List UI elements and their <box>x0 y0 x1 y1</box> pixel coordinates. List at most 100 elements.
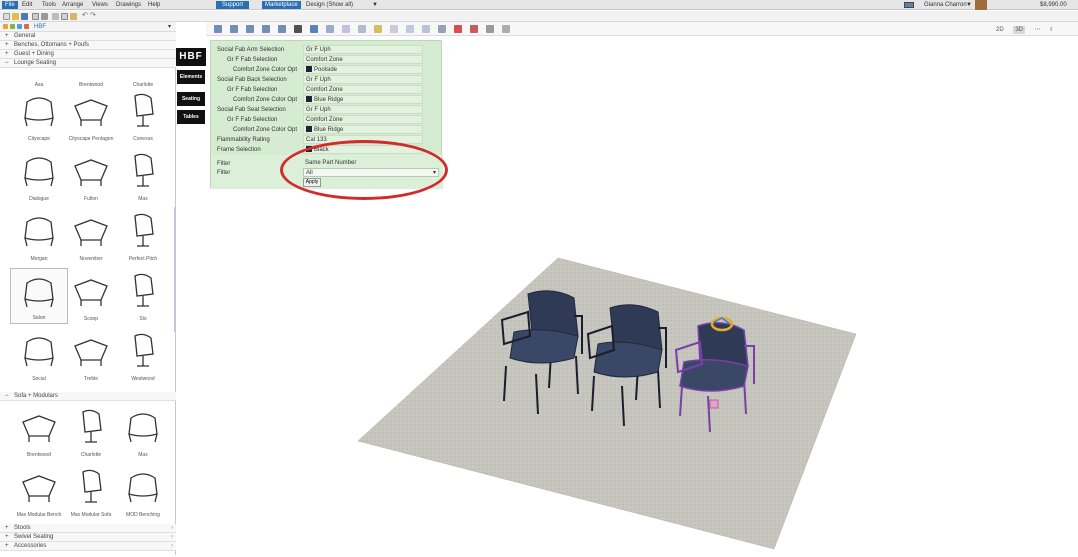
marketplace-button[interactable]: Marketplace <box>262 1 301 9</box>
user-name[interactable]: Gianna Charron <box>924 1 967 9</box>
avatar[interactable] <box>975 0 987 10</box>
catalog-item[interactable]: Treble <box>62 328 120 384</box>
property-value[interactable]: Comfort Zone <box>303 85 423 94</box>
zoom-window-icon[interactable] <box>262 25 270 33</box>
view-3d-button[interactable]: 3D <box>1013 26 1026 34</box>
category-guest-dining[interactable]: + Guest + Dining <box>0 50 176 59</box>
tools-icon[interactable] <box>470 25 478 33</box>
catalog-item[interactable]: Social <box>10 328 68 384</box>
category-stools[interactable]: + Stools › <box>0 524 176 533</box>
paint-icon[interactable] <box>486 25 494 33</box>
category-benches[interactable]: + Benches, Ottomans + Poufs <box>0 41 176 50</box>
back-icon[interactable] <box>10 24 15 29</box>
property-value[interactable]: Gr F Uph <box>303 45 423 54</box>
property-value[interactable]: Blue Ridge <box>303 125 423 134</box>
open-folder-icon[interactable] <box>12 13 19 20</box>
catalog-item[interactable]: Conexus <box>114 88 172 144</box>
catalog-item-brentwood[interactable]: Brentwood <box>62 66 120 90</box>
catalog-icon[interactable] <box>24 24 29 29</box>
catalog-item[interactable]: Fulton <box>62 148 120 204</box>
cut-icon[interactable] <box>52 13 59 20</box>
zoom-in-icon[interactable] <box>214 25 222 33</box>
paste-icon[interactable] <box>70 13 77 20</box>
home-icon[interactable] <box>3 24 8 29</box>
catalog-item[interactable]: Salon <box>10 268 68 324</box>
refresh-icon[interactable] <box>326 25 334 33</box>
render-icon[interactable] <box>310 25 318 33</box>
catalog-item-charlotte[interactable]: Charlotte <box>114 66 172 90</box>
selection-icon[interactable] <box>342 25 350 33</box>
menu-drawings[interactable]: Drawings <box>116 1 141 9</box>
category-sofa-modulars[interactable]: − Sofa + Modulars <box>0 392 176 401</box>
menu-file[interactable]: File <box>2 1 18 9</box>
forward-icon[interactable] <box>17 24 22 29</box>
catalog-item[interactable]: Max <box>114 404 172 460</box>
move-handle-icon[interactable] <box>709 399 719 409</box>
catalog-item[interactable]: Dialogue <box>10 148 68 204</box>
catalog-item[interactable]: Morgan <box>10 208 68 264</box>
property-value[interactable]: Comfort Zone <box>303 55 423 64</box>
view-2d-button[interactable]: 2D <box>996 27 1004 33</box>
catalog-item[interactable]: Perfect Pitch <box>114 208 172 264</box>
undo-icon[interactable]: ↶ <box>82 12 89 20</box>
menu-tools[interactable]: Tools <box>42 1 56 9</box>
align-icon[interactable] <box>406 25 414 33</box>
property-value[interactable]: Gr F Uph <box>303 105 423 114</box>
menu-arrange[interactable]: Arrange <box>62 1 83 9</box>
brand-tile-seating[interactable]: Seating <box>177 92 205 106</box>
property-value[interactable]: Poolside <box>303 65 423 74</box>
dimension-icon[interactable] <box>390 25 398 33</box>
support-button[interactable]: Support <box>216 1 250 9</box>
catalog-item[interactable]: Slo <box>114 268 172 324</box>
print-icon[interactable] <box>41 13 48 20</box>
table-icon[interactable] <box>438 25 446 33</box>
redo-icon[interactable]: ↷ <box>90 12 97 20</box>
property-value[interactable]: Blue Ridge <box>303 95 423 104</box>
print-preview-icon[interactable] <box>32 13 39 20</box>
user-dropdown-icon[interactable]: ▼ <box>966 1 972 9</box>
delete-icon[interactable] <box>454 25 462 33</box>
zoom-out-icon[interactable] <box>230 25 238 33</box>
wall-icon[interactable] <box>422 25 430 33</box>
catalog-item[interactable]: Max Modular Bench <box>10 464 68 520</box>
category-general[interactable]: + General <box>0 32 176 41</box>
measure-icon[interactable] <box>374 25 382 33</box>
menu-views[interactable]: Views <box>92 1 108 9</box>
chevron-down-icon[interactable]: ▾ <box>168 23 176 31</box>
brand-tile-tables[interactable]: Tables <box>177 110 205 124</box>
zoom-previous-icon[interactable] <box>278 25 286 33</box>
user-card-icon[interactable] <box>904 2 914 8</box>
link-icon[interactable] <box>502 25 510 33</box>
new-file-icon[interactable] <box>3 13 10 20</box>
view-more-button[interactable]: ⋯ <box>1035 27 1041 33</box>
copy-icon[interactable] <box>61 13 68 20</box>
property-value[interactable]: Gr F Uph <box>303 75 423 84</box>
catalog-item[interactable]: Max Modular Sofa <box>62 464 120 520</box>
design-dropdown-icon[interactable]: ▼ <box>372 1 378 9</box>
category-accessories[interactable]: + Accessories › <box>0 542 176 551</box>
catalog-item[interactable]: MOD Benching <box>114 464 172 520</box>
catalog-item-asa[interactable]: Asa <box>10 66 68 90</box>
catalog-item[interactable]: Brentwood <box>10 404 68 460</box>
brand-tile-elements[interactable]: Elements <box>177 70 205 84</box>
catalog-item[interactable]: Max <box>114 148 172 204</box>
catalog-item[interactable]: Cityscape <box>10 88 68 144</box>
save-icon[interactable] <box>21 13 28 20</box>
category-swivel-seating[interactable]: + Swivel Seating › <box>0 533 176 542</box>
catalog-path[interactable]: HBF <box>34 24 46 30</box>
camera-icon[interactable] <box>294 25 302 33</box>
design-selector[interactable]: Design (Show all) <box>306 1 353 9</box>
catalog-item[interactable]: Scoop <box>62 268 120 324</box>
catalog-item[interactable]: Cityscape Pentagon <box>62 88 120 144</box>
brand-logo[interactable]: HBF <box>176 48 206 66</box>
property-value[interactable]: Comfort Zone <box>303 115 423 124</box>
floor-rug[interactable] <box>357 257 857 550</box>
zoom-fit-icon[interactable] <box>246 25 254 33</box>
menu-edit[interactable]: Edit <box>22 1 32 9</box>
catalog-item[interactable]: Westwood <box>114 328 172 384</box>
view-reset-button[interactable]: r <box>1050 27 1052 33</box>
catalog-item[interactable]: Charlotte <box>62 404 120 460</box>
catalog-scrollbar[interactable] <box>174 207 176 332</box>
catalog-item[interactable]: November <box>62 208 120 264</box>
snap-icon[interactable] <box>358 25 366 33</box>
